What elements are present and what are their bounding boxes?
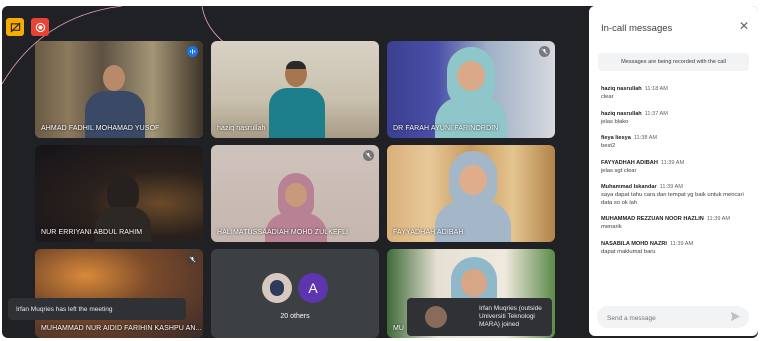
recording-notice: Messages are being recorded with the cal… <box>598 53 749 71</box>
chat-sender: Muhammad Iskandar <box>601 184 657 190</box>
chat-sender: haziq nasrullah <box>601 86 642 92</box>
chat-message-header: Muhammad Iskandar 11:39 AM <box>601 184 751 190</box>
chat-message-header: MUHAMMAD REZZUAN NOOR HAZLIN 11:39 AM <box>601 216 751 222</box>
participant-tile-farah[interactable]: DR FARAH AYUNI FARINORDIN <box>387 41 555 138</box>
avatar-letter: A <box>298 273 328 303</box>
speaking-indicator-icon <box>187 46 198 57</box>
others-count: 20 others <box>280 313 310 320</box>
participant-name: FAYYADHAH ADIBAH <box>393 229 464 236</box>
chat-message-header: FAYYADHAH ADIBAH 11:39 AM <box>601 160 751 166</box>
panel-title: In-call messages <box>601 23 673 34</box>
chat-message: FAYYADHAH ADIBAH 11:39 AM jelas sgt clear <box>601 160 751 176</box>
participant-name: AHMAD FADHIL MOHAMAD YUSOF <box>41 125 160 132</box>
joined-toast: Irfan Muqries (outside Universiti Teknol… <box>407 298 552 336</box>
chat-text: best2 <box>601 143 616 149</box>
chat-sender: MUHAMMAD REZZUAN NOOR HAZLIN <box>601 216 704 222</box>
chat-sender: fieya liesya <box>601 135 631 141</box>
others-avatars: A <box>211 273 379 303</box>
chat-sender: NASABILA MOHD NAZRI <box>601 240 667 247</box>
chat-message: fieya liesya 11:38 AM best2 <box>601 135 751 151</box>
chat-message-header: NASABILA MOHD NAZRI 11:39 AM <box>601 241 751 247</box>
participant-name: DR FARAH AYUNI FARINORDIN <box>393 125 499 132</box>
chat-text: menarik <box>601 224 622 230</box>
chat-sender: haziq nasrullah <box>601 110 642 117</box>
participant-name: NUR ERRIYANI ABDUL RAHIM <box>41 229 143 236</box>
participant-name: haziq nasrullah <box>217 125 266 132</box>
chat-message: NASABILA MOHD NAZRI 11:39 AM dapat makluma… <box>601 241 751 257</box>
participant-tile-erriyani[interactable]: NUR ERRIYANI ABDUL RAHIM <box>35 145 203 242</box>
left-meeting-toast: Irfan Muqries has left the meeting <box>8 298 186 320</box>
chat-message: Muhammad Iskandar 11:39 AM saya dapat tahu… <box>601 184 751 207</box>
record-icon[interactable] <box>31 18 49 36</box>
send-message-bar <box>597 306 749 328</box>
chat-text: jelas sgt clear <box>601 167 637 174</box>
message-list: haziq nasrullah 11:18 AM clear haziq nasrul… <box>601 86 751 306</box>
toast-text: Irfan Muqries (outside Universiti Teknol… <box>479 305 542 328</box>
message-input[interactable] <box>605 310 729 326</box>
mic-muted-icon <box>539 46 550 57</box>
chat-text: clear <box>601 94 614 100</box>
chat-message-header: haziq nasrullah 11:18 AM <box>601 86 751 92</box>
chat-message: MUHAMMAD REZZUAN NOOR HAZLIN 11:39 AM mena… <box>601 216 751 232</box>
chat-time: 11:39 AM <box>660 159 685 166</box>
chat-time: 11:37 AM <box>644 110 668 117</box>
mic-muted-icon <box>363 150 374 161</box>
toast-text: Irfan Muqries has left the meeting <box>16 305 113 313</box>
participant-tile-ahmad[interactable]: AHMAD FADHIL MOHAMAD YUSOF <box>35 41 203 138</box>
chat-message: haziq nasrullah 11:37 AM jelas blako <box>601 111 751 127</box>
participant-tile-halimatus[interactable]: HALIMATUSSAADIAH MOHD ZULKEFLI <box>211 145 379 242</box>
chat-message-header: fieya liesya 11:38 AM <box>601 135 751 141</box>
participant-tile-haziq[interactable]: haziq nasrullah <box>211 41 379 138</box>
participant-name: HALIMATUSSAADIAH MOHD ZULKEFLI <box>217 229 349 236</box>
chat-time: 11:39 AM <box>669 240 694 247</box>
participant-video-person <box>267 61 327 138</box>
participant-name: MUHAMMAD NUR AIDID FARIHIN KASHPU AN... <box>41 325 202 332</box>
in-call-messages-panel: In-call messages ✕ Messages are being re… <box>589 6 758 336</box>
send-icon[interactable] <box>730 311 741 322</box>
present-icon[interactable] <box>6 18 24 36</box>
avatar-photo <box>262 273 292 303</box>
chat-time: 11:39 AM <box>659 184 683 190</box>
chat-sender: FAYYADHAH ADIBAH <box>601 159 658 166</box>
chat-message: haziq nasrullah 11:18 AM clear <box>601 86 751 102</box>
chat-message-header: haziq nasrullah 11:37 AM <box>601 111 751 117</box>
joiner-avatar <box>425 306 447 328</box>
chat-time: 11:18 AM <box>644 86 668 92</box>
chat-text: jelas blako <box>601 118 629 125</box>
close-icon[interactable]: ✕ <box>739 19 749 33</box>
chat-time: 11:38 AM <box>633 135 658 141</box>
participant-tile-others[interactable]: A 20 others <box>211 249 379 338</box>
chat-time: 11:39 AM <box>706 216 731 222</box>
chat-text: saya dapat tahu cara dan tempat yg baik … <box>601 192 744 206</box>
chat-text: dapat maklumat baru <box>601 248 656 255</box>
mic-muted-icon <box>187 254 198 265</box>
participant-name: MU <box>393 325 405 332</box>
participant-tile-fayyadhah[interactable]: FAYYADHAH ADIBAH <box>387 145 555 242</box>
participant-tile-aidid[interactable]: MUHAMMAD NUR AIDID FARIHIN KASHPU AN... <box>35 249 203 338</box>
